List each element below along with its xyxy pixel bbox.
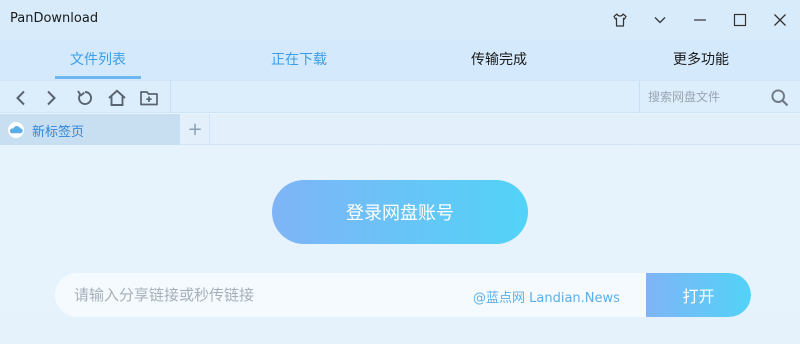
page-tab-label: 新标签页: [32, 125, 85, 140]
open-button[interactable]: 打开: [646, 273, 751, 317]
tab-downloading[interactable]: 正在下载: [256, 40, 342, 80]
watermark-text: @蓝点网 Landian.News: [473, 291, 620, 306]
menu-dropdown-button[interactable]: [640, 0, 680, 40]
search-input[interactable]: [648, 87, 766, 107]
maximize-icon: [733, 13, 747, 27]
add-tab-button[interactable]: +: [181, 114, 210, 145]
shirt-icon: [613, 13, 627, 27]
tab-more-features[interactable]: 更多功能: [658, 40, 744, 80]
tab-file-list[interactable]: 文件列表: [55, 40, 141, 80]
toolbar-divider: [170, 81, 171, 113]
new-folder-icon: [140, 91, 158, 106]
toolbar: [0, 80, 800, 113]
home-button[interactable]: [104, 85, 130, 111]
chevron-down-icon: [654, 17, 666, 24]
new-folder-button[interactable]: [136, 85, 162, 111]
title-bar: PanDownload: [0, 0, 800, 40]
maximize-button[interactable]: [720, 0, 760, 40]
refresh-button[interactable]: [72, 85, 98, 111]
chevron-left-icon: [16, 90, 25, 106]
login-button[interactable]: 登录网盘账号: [272, 180, 528, 244]
back-button[interactable]: [8, 85, 34, 111]
page-tab-strip: 新标签页 +: [0, 114, 800, 145]
refresh-icon: [77, 90, 92, 105]
minimize-button[interactable]: [680, 0, 720, 40]
page-tab-new[interactable]: 新标签页: [0, 114, 180, 145]
share-link-bar: @蓝点网 Landian.News 打开: [55, 273, 751, 317]
app-title: PanDownload: [10, 11, 99, 26]
chevron-right-icon: [47, 90, 56, 106]
search-box: [639, 81, 800, 113]
share-link-input[interactable]: [74, 284, 474, 306]
main-tabs: 文件列表 正在下载 传输完成 更多功能: [0, 40, 800, 80]
skin-button[interactable]: [600, 0, 640, 40]
close-button[interactable]: [760, 0, 800, 40]
active-tab-indicator: [55, 76, 141, 79]
forward-button[interactable]: [38, 85, 64, 111]
tab-completed[interactable]: 传输完成: [456, 40, 542, 80]
home-icon: [108, 89, 126, 106]
minimize-icon: [694, 19, 706, 21]
close-icon: [774, 14, 786, 26]
cloud-icon: [8, 122, 24, 138]
search-icon[interactable]: [770, 88, 790, 108]
